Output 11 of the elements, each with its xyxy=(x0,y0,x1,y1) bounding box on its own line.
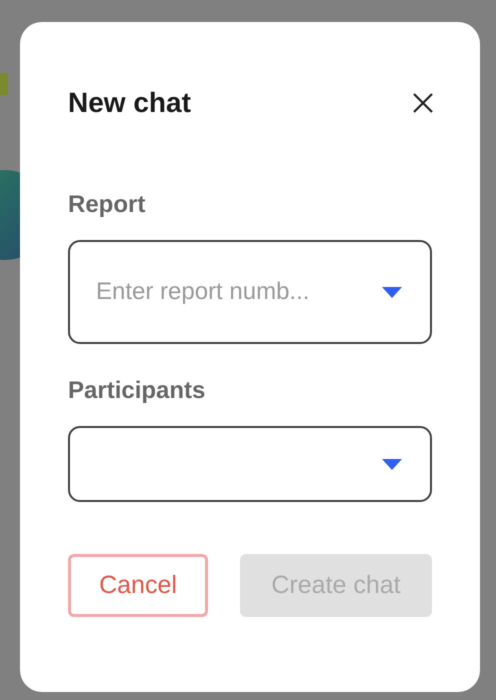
field-label: Participants xyxy=(68,376,206,406)
field-label: Report xyxy=(68,190,146,220)
close-icon xyxy=(413,93,433,113)
cancel-button[interactable]: Cancel xyxy=(68,554,208,617)
dialog-title: New chat xyxy=(68,86,191,120)
logo-icon xyxy=(0,73,8,95)
dropdown-caret-icon xyxy=(382,286,402,298)
dropdown-field[interactable]: Enter report numb... xyxy=(68,240,432,344)
dropdown-caret-icon xyxy=(382,458,402,470)
report-number-input[interactable]: Enter report numb... xyxy=(96,274,382,310)
dropdown-field[interactable] xyxy=(68,426,432,502)
